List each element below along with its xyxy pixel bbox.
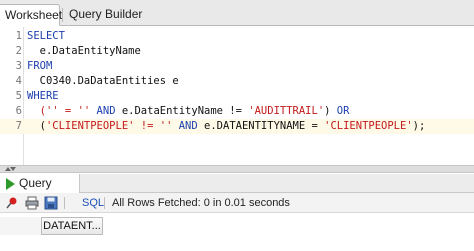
code-text: ('CLIENTPEOPLE' != '' AND e.DATAENTITYNA… xyxy=(27,119,426,134)
grid-header-row: DATAENT... xyxy=(0,217,474,235)
code-line[interactable]: 7 ('CLIENTPEOPLE' != '' AND e.DATAENTITY… xyxy=(0,119,474,134)
result-tab-bar: Query Result xyxy=(0,174,474,205)
code-token: 'CLIENTPEOPLE' != '' xyxy=(45,120,179,132)
code-token: e.DATAENTITYNAME = xyxy=(204,120,325,132)
code-token: ); xyxy=(412,120,426,132)
code-token: WHERE xyxy=(27,90,59,102)
result-toolbar: SQL All Rows Fetched: 0 in 0.01 seconds xyxy=(0,193,474,213)
code-token: e.DataEntityName xyxy=(27,45,141,57)
line-number: 3 xyxy=(15,60,22,72)
code-line[interactable]: 5 WHERE xyxy=(0,89,474,104)
code-text: FROM xyxy=(27,59,52,74)
toolbar-separator xyxy=(64,197,65,209)
code-token: ( xyxy=(27,120,46,132)
tab-query-result[interactable]: Query Result xyxy=(0,174,80,205)
code-token: AND xyxy=(96,105,122,117)
code-line[interactable]: 1 SELECT xyxy=(0,29,474,44)
tab-worksheet[interactable]: Worksheet xyxy=(0,4,62,26)
tab-query-builder[interactable]: Query Builder xyxy=(66,4,166,26)
save-icon[interactable] xyxy=(44,196,58,210)
code-token: 'AUDITTRAIL' xyxy=(248,105,325,117)
collapse-arrows-icon[interactable] xyxy=(4,166,16,172)
line-number: 1 xyxy=(15,30,22,42)
print-icon[interactable] xyxy=(25,196,39,210)
code-token: e.DataEntityName != xyxy=(121,105,249,117)
code-line[interactable]: 4 C0340.DaDataEntities e xyxy=(0,74,474,89)
line-number: 2 xyxy=(15,45,22,57)
code-token: ) xyxy=(324,105,337,117)
fetch-status-text: All Rows Fetched: 0 in 0.01 seconds xyxy=(112,197,290,209)
toolbar-separator xyxy=(104,197,105,209)
result-grid[interactable]: DATAENT... xyxy=(0,213,474,251)
code-token: 'CLIENTPEOPLE' xyxy=(324,120,413,132)
code-token: ('' = '' xyxy=(27,105,97,117)
code-text: C0340.DaDataEntities e xyxy=(27,74,179,89)
code-text: WHERE xyxy=(27,89,59,104)
code-token: OR xyxy=(336,105,350,117)
tab-divider xyxy=(62,8,63,22)
code-token: C0340.DaDataEntities e xyxy=(27,75,179,87)
code-line[interactable]: 6 ('' = '' AND e.DataEntityName != 'AUDI… xyxy=(0,104,474,119)
code-line[interactable]: 2 e.DataEntityName xyxy=(0,44,474,59)
code-text: SELECT xyxy=(27,29,65,44)
row-number-header xyxy=(0,217,41,235)
sql-button[interactable]: SQL xyxy=(82,196,104,210)
code-text: e.DataEntityName xyxy=(27,44,141,59)
run-triangle-icon xyxy=(6,178,15,190)
code-line[interactable]: 3 FROM xyxy=(0,59,474,74)
panel-splitter[interactable] xyxy=(0,165,474,173)
code-text: ('' = '' AND e.DataEntityName != 'AUDITT… xyxy=(27,104,350,119)
line-number: 4 xyxy=(15,75,22,87)
line-number: 7 xyxy=(15,120,22,132)
code-token: FROM xyxy=(27,60,53,72)
code-token: SELECT xyxy=(27,30,65,42)
column-header-dataentityname[interactable]: DATAENT... xyxy=(41,217,103,235)
line-number: 6 xyxy=(15,105,22,117)
code-token: AND xyxy=(178,120,205,132)
line-number: 5 xyxy=(15,90,22,102)
worksheet-tab-bar: Worksheet Query Builder xyxy=(0,0,474,26)
sql-editor[interactable]: 1 SELECT 2 e.DataEntityName 3 FROM 4 C0340.Da… xyxy=(0,27,474,165)
pin-icon[interactable] xyxy=(5,196,19,210)
